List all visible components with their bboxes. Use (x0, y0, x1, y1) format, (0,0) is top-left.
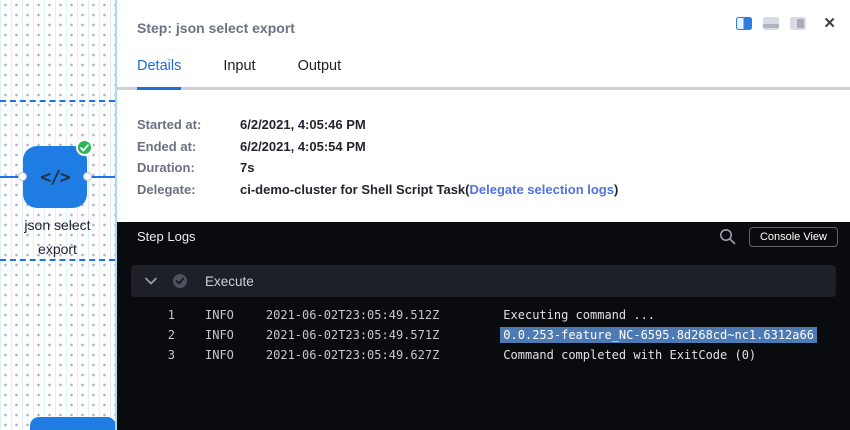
node-port-right (83, 172, 92, 181)
detail-row-started-at: Started at: 6/2/2021, 4:05:46 PM (137, 114, 830, 136)
step-logs-title: Step Logs (137, 229, 719, 244)
detail-value: ci-demo-cluster for Shell Script Task(De… (240, 179, 618, 201)
detail-label: Ended at: (137, 136, 240, 158)
close-icon[interactable]: ✕ (823, 17, 836, 30)
pipeline-graph-pane: </> json select export (0, 0, 115, 430)
tab-input[interactable]: Input (223, 58, 255, 87)
execute-section-label: Execute (205, 274, 254, 289)
stage-boundary-line-top (0, 100, 115, 102)
delegate-selection-logs-link[interactable]: Delegate selection logs (469, 182, 614, 197)
chevron-down-icon[interactable] (145, 277, 157, 285)
delegate-value-suffix: ) (614, 182, 618, 197)
split-view-icon[interactable] (736, 17, 752, 30)
step-node-json-select-export[interactable]: </> (23, 146, 87, 208)
detail-row-duration: Duration: 7s (137, 157, 830, 179)
detail-value: 7s (240, 157, 254, 179)
partial-node[interactable] (30, 417, 116, 430)
right-pane-icon[interactable] (790, 17, 806, 30)
detail-label: Delegate: (137, 179, 240, 201)
detail-row-delegate: Delegate: ci-demo-cluster for Shell Scri… (137, 179, 830, 201)
tab-details[interactable]: Details (137, 58, 181, 90)
node-port-left (18, 172, 27, 181)
node-label: json select export (8, 213, 107, 261)
detail-label: Started at: (137, 114, 240, 136)
tab-bar: Details Input Output (117, 36, 850, 90)
step-logs-panel: Step Logs Console View Execute 1 INFO (117, 222, 850, 430)
log-row: 3 INFO 2021-06-02T23:05:49.627Z Command … (117, 345, 850, 365)
step-details-panel: Step: json select export ✕ Details Input… (117, 0, 850, 430)
success-badge-icon (76, 139, 93, 156)
search-icon[interactable] (719, 228, 736, 245)
log-level: INFO (205, 308, 234, 322)
log-timestamp: 2021-06-02T23:05:49.627Z (266, 348, 439, 362)
detail-value: 6/2/2021, 4:05:54 PM (240, 136, 366, 158)
tab-output[interactable]: Output (298, 58, 342, 87)
bottom-pane-icon[interactable] (763, 17, 779, 30)
section-success-icon (172, 273, 188, 289)
log-row: 1 INFO 2021-06-02T23:05:49.512Z Executin… (117, 305, 850, 325)
detail-value: 6/2/2021, 4:05:46 PM (240, 114, 366, 136)
log-line-number: 2 (117, 328, 175, 342)
panel-title: Step: json select export (137, 17, 295, 36)
log-line-number: 1 (117, 308, 175, 322)
code-icon: </> (40, 167, 70, 188)
execute-section-header[interactable]: Execute (131, 265, 836, 297)
log-row: 2 INFO 2021-06-02T23:05:49.571Z 0.0.253-… (117, 325, 850, 345)
app-root: </> json select export Step: json select… (0, 0, 850, 430)
log-level: INFO (205, 328, 234, 342)
log-timestamp: 2021-06-02T23:05:49.512Z (266, 308, 439, 322)
delegate-value-prefix: ci-demo-cluster for Shell Script Task( (240, 182, 469, 197)
window-controls: ✕ (736, 17, 836, 30)
detail-row-ended-at: Ended at: 6/2/2021, 4:05:54 PM (137, 136, 830, 158)
log-lines: 1 INFO 2021-06-02T23:05:49.512Z Executin… (117, 305, 850, 365)
log-timestamp: 2021-06-02T23:05:49.571Z (266, 328, 439, 342)
details-section: Started at: 6/2/2021, 4:05:46 PM Ended a… (117, 90, 850, 200)
log-level: INFO (205, 348, 234, 362)
panel-header: Step: json select export ✕ (117, 0, 850, 36)
log-message-selected[interactable]: 0.0.253-feature_NC-6595.8d268cd~nc1.6312… (500, 327, 817, 343)
detail-label: Duration: (137, 157, 240, 179)
log-message: Executing command ... (503, 308, 655, 322)
step-logs-header: Step Logs Console View (117, 222, 850, 251)
console-view-button[interactable]: Console View (749, 227, 838, 247)
log-message: Command completed with ExitCode (0) (503, 348, 756, 362)
log-line-number: 3 (117, 348, 175, 362)
